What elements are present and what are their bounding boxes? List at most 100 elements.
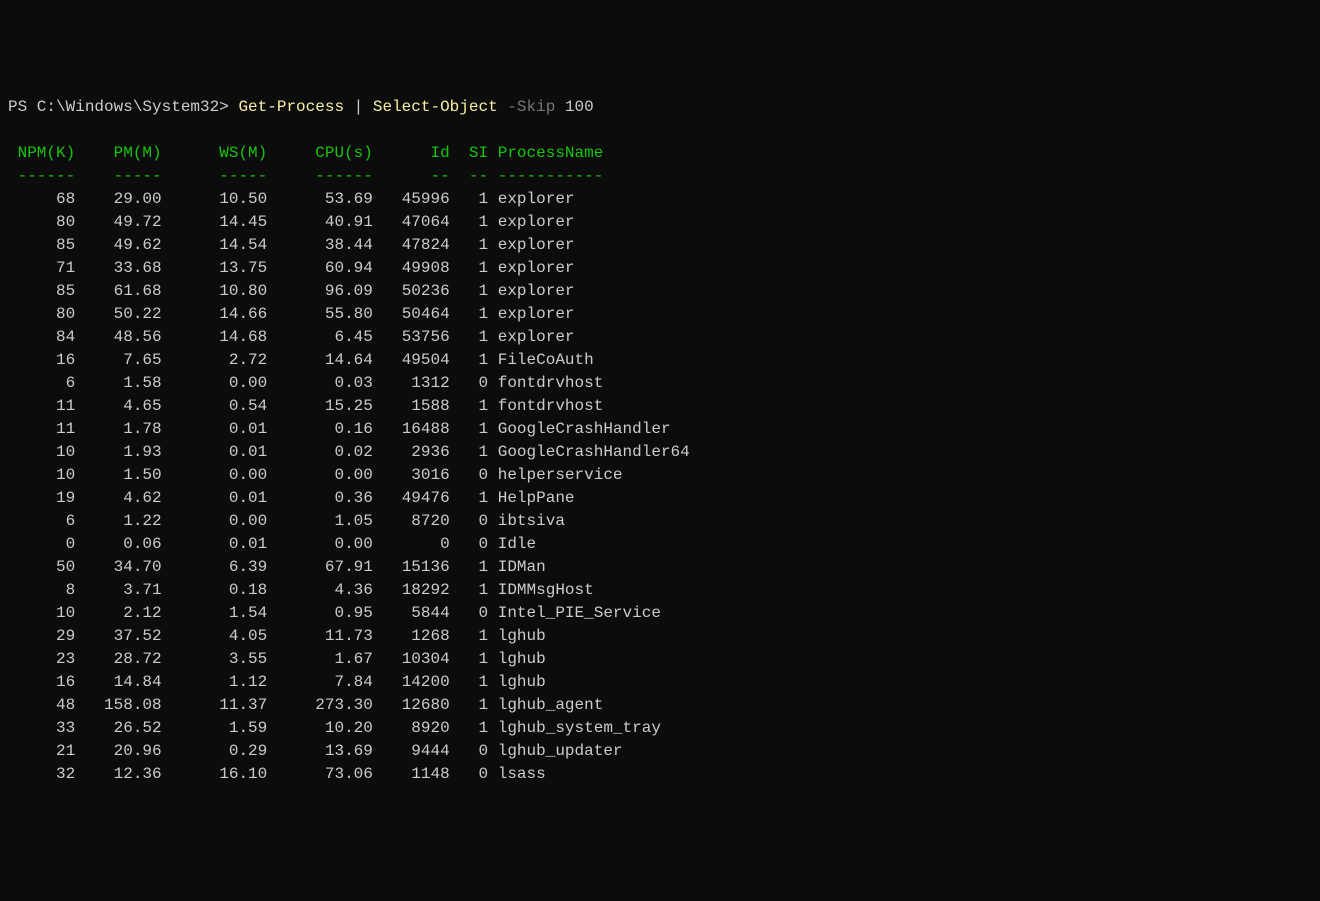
cell-pm: 49.72 — [75, 213, 161, 231]
cell-ws: 6.39 — [162, 558, 268, 576]
table-body: 68 29.00 10.50 53.69 45996 1 explorer 80… — [8, 188, 1312, 786]
cell-npm: 0 — [8, 535, 75, 553]
cell-npm: 16 — [8, 351, 75, 369]
cell-npm: 48 — [8, 696, 75, 714]
table-row: 85 61.68 10.80 96.09 50236 1 explorer — [8, 282, 575, 300]
cell-si: 1 — [450, 673, 488, 691]
param-skip: -Skip — [507, 98, 565, 116]
cell-pm: 48.56 — [75, 328, 161, 346]
cell-id: 10304 — [373, 650, 450, 668]
cell-npm: 80 — [8, 305, 75, 323]
cell-cpu: 10.20 — [267, 719, 373, 737]
cell-id: 1268 — [373, 627, 450, 645]
cell-cpu: 6.45 — [267, 328, 373, 346]
cell-cpu: 273.30 — [267, 696, 373, 714]
cell-pm: 1.93 — [75, 443, 161, 461]
cell-pm: 1.22 — [75, 512, 161, 530]
table-row: 71 33.68 13.75 60.94 49908 1 explorer — [8, 259, 575, 277]
cell-si: 0 — [450, 604, 488, 622]
cell-cpu: 38.44 — [267, 236, 373, 254]
cell-processname: IDMMsgHost — [488, 581, 594, 599]
cell-pm: 2.12 — [75, 604, 161, 622]
cell-si: 0 — [450, 512, 488, 530]
cell-cpu: 0.16 — [267, 420, 373, 438]
cell-cpu: 0.02 — [267, 443, 373, 461]
cell-cpu: 0.36 — [267, 489, 373, 507]
cell-processname: Intel_PIE_Service — [488, 604, 661, 622]
cell-pm: 20.96 — [75, 742, 161, 760]
cell-id: 1312 — [373, 374, 450, 392]
header-si: SI — [450, 144, 488, 162]
cell-id: 12680 — [373, 696, 450, 714]
cell-pm: 28.72 — [75, 650, 161, 668]
cell-pm: 34.70 — [75, 558, 161, 576]
table-row: 48 158.08 11.37 273.30 12680 1 lghub_age… — [8, 696, 603, 714]
cell-ws: 0.18 — [162, 581, 268, 599]
cell-processname: explorer — [488, 305, 574, 323]
cell-cpu: 0.03 — [267, 374, 373, 392]
cell-processname: lsass — [488, 765, 546, 783]
cell-cpu: 0.95 — [267, 604, 373, 622]
header-cpu: CPU(s) — [267, 144, 373, 162]
cell-pm: 0.06 — [75, 535, 161, 553]
cell-si: 1 — [450, 351, 488, 369]
table-row: 16 7.65 2.72 14.64 49504 1 FileCoAuth — [8, 351, 594, 369]
cell-pm: 33.68 — [75, 259, 161, 277]
divider-si: -- — [450, 167, 488, 185]
cell-processname: Idle — [488, 535, 536, 553]
terminal-output[interactable]: PS C:\Windows\System32> Get-Process | Se… — [8, 96, 1312, 786]
cell-pm: 49.62 — [75, 236, 161, 254]
cell-processname: explorer — [488, 190, 574, 208]
cell-npm: 84 — [8, 328, 75, 346]
cell-pm: 1.50 — [75, 466, 161, 484]
cell-si: 1 — [450, 627, 488, 645]
cell-npm: 68 — [8, 190, 75, 208]
cell-id: 16488 — [373, 420, 450, 438]
table-row: 85 49.62 14.54 38.44 47824 1 explorer — [8, 236, 575, 254]
table-header-row: NPM(K) PM(M) WS(M) CPU(s) Id SI ProcessN… — [8, 144, 603, 162]
cell-cpu: 14.64 — [267, 351, 373, 369]
cell-ws: 0.00 — [162, 512, 268, 530]
cell-processname: lghub — [488, 650, 546, 668]
header-npm: NPM(K) — [8, 144, 75, 162]
cell-npm: 32 — [8, 765, 75, 783]
cell-id: 9444 — [373, 742, 450, 760]
table-row: 6 1.58 0.00 0.03 1312 0 fontdrvhost — [8, 374, 603, 392]
cell-id: 45996 — [373, 190, 450, 208]
cell-id: 5844 — [373, 604, 450, 622]
cell-id: 2936 — [373, 443, 450, 461]
cell-ws: 10.80 — [162, 282, 268, 300]
cell-ws: 14.68 — [162, 328, 268, 346]
cell-processname: fontdrvhost — [488, 397, 603, 415]
cell-npm: 11 — [8, 420, 75, 438]
cell-pm: 26.52 — [75, 719, 161, 737]
cell-pm: 14.84 — [75, 673, 161, 691]
cell-pm: 3.71 — [75, 581, 161, 599]
cell-si: 1 — [450, 328, 488, 346]
cell-pm: 37.52 — [75, 627, 161, 645]
cell-ws: 0.29 — [162, 742, 268, 760]
cell-cpu: 1.67 — [267, 650, 373, 668]
table-row: 11 4.65 0.54 15.25 1588 1 fontdrvhost — [8, 397, 603, 415]
cell-npm: 50 — [8, 558, 75, 576]
table-row: 21 20.96 0.29 13.69 9444 0 lghub_updater — [8, 742, 623, 760]
cell-si: 0 — [450, 374, 488, 392]
cell-id: 1148 — [373, 765, 450, 783]
command-getprocess: Get-Process — [238, 98, 353, 116]
divider-ws: ----- — [162, 167, 268, 185]
cell-ws: 0.01 — [162, 489, 268, 507]
cell-npm: 6 — [8, 512, 75, 530]
cell-id: 15136 — [373, 558, 450, 576]
cell-processname: explorer — [488, 213, 574, 231]
cell-ws: 0.01 — [162, 420, 268, 438]
cell-ws: 1.54 — [162, 604, 268, 622]
cell-id: 49476 — [373, 489, 450, 507]
table-row: 68 29.00 10.50 53.69 45996 1 explorer — [8, 190, 575, 208]
cell-si: 1 — [450, 581, 488, 599]
pipe-symbol: | — [354, 98, 373, 116]
cell-id: 50464 — [373, 305, 450, 323]
cell-id: 8920 — [373, 719, 450, 737]
cell-si: 1 — [450, 489, 488, 507]
cell-ws: 1.12 — [162, 673, 268, 691]
cell-pm: 7.65 — [75, 351, 161, 369]
